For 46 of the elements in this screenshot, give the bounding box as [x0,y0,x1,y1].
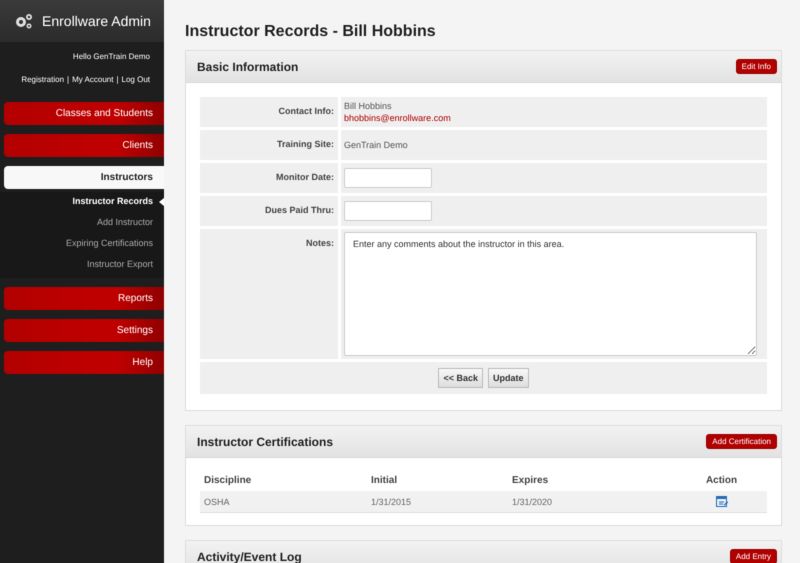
nav-item[interactable]: Settings [4,319,164,342]
contact-name: Bill Hobbins [344,101,393,111]
sub-nav-item[interactable]: Add Instructor [0,213,164,234]
field-label: Notes: [200,229,338,359]
panel-title: Instructor Certifications [197,434,334,448]
table-cell-text: 1/31/2015 [371,496,412,506]
app-title: Enrollware Admin [42,13,151,29]
panel-title: Activity/Event Log [197,550,302,563]
nav-item[interactable]: Reports [4,287,164,310]
field-label: Contact Info: [200,97,338,127]
account-link[interactable]: My Account [72,75,114,84]
field-label: Dues Paid Thru: [200,196,338,226]
panel-title: Basic Information [197,60,298,74]
greeting: Hello GenTrain Demo [72,51,151,61]
nav-item[interactable]: Help [4,351,164,374]
field-label: Training Site: [200,130,338,160]
field-value: GenTrain Demo [344,140,409,150]
column-header: Expires [512,475,550,486]
table-cell-text: OSHA [204,496,231,506]
nav-item[interactable]: Clients [4,134,164,157]
form-button[interactable]: Update [488,368,529,388]
edit-icon[interactable] [716,496,728,507]
add-entry-button[interactable]: Add Entry [730,549,777,563]
separator: | [116,75,119,84]
table-cell-text: 1/31/2020 [512,496,554,506]
page-title: Instructor Records - Bill Hobbins [185,22,437,42]
gears-icon [14,13,34,29]
field-label: Monitor Date: [200,163,338,193]
date-field[interactable] [344,168,432,188]
sub-nav-item[interactable]: Instructor Export [0,255,164,276]
column-header: Initial [371,475,398,486]
sub-nav-item[interactable]: Instructor Records [0,192,164,213]
notes-field[interactable]: Enter any comments about the instructor in this area. [344,232,757,356]
sub-nav-item[interactable]: Expiring Certifications [0,234,164,255]
account-link[interactable]: Log Out [122,75,150,84]
nav-item[interactable]: Classes and Students [4,102,164,125]
email-link[interactable]: bhobbins@enrollware.com [344,113,757,123]
separator: | [67,75,70,84]
column-header: Action [704,475,738,486]
edit-info-button[interactable]: Edit Info [736,59,777,74]
form-button[interactable]: << Back [438,368,483,388]
account-link[interactable]: Registration [21,75,64,84]
date-field[interactable] [344,201,432,221]
nav-item[interactable]: Instructors [4,166,164,189]
column-header: Discipline [204,475,252,486]
add-certification-button[interactable]: Add Certification [706,434,777,449]
